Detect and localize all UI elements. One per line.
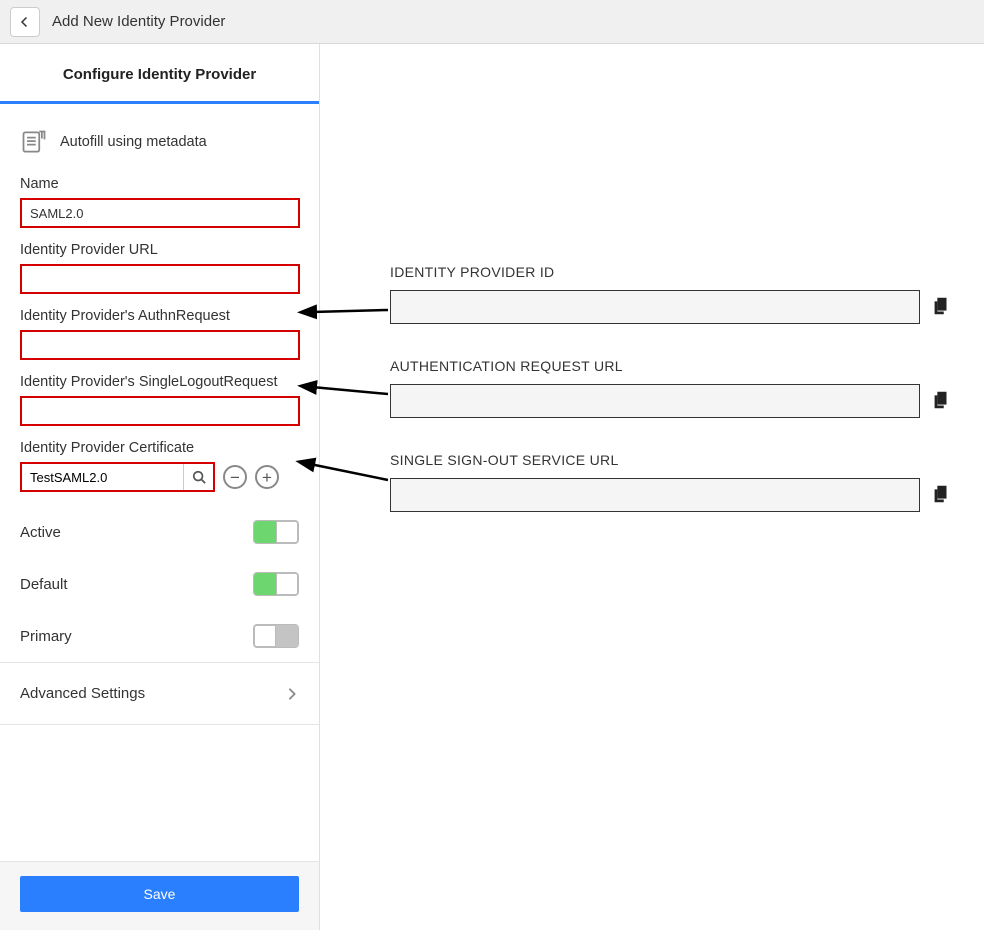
authn-label: Identity Provider's AuthnRequest [20, 308, 299, 324]
save-button[interactable]: Save [20, 876, 299, 912]
primary-toggle[interactable] [253, 624, 299, 648]
ref-signout-url-input[interactable] [390, 478, 920, 512]
ref-auth-url-input[interactable] [390, 384, 920, 418]
copy-icon [930, 483, 952, 505]
cert-remove-button[interactable]: − [223, 465, 247, 489]
default-label: Default [20, 576, 68, 593]
autofill-metadata-button[interactable]: Autofill using metadata [0, 104, 319, 170]
idp-url-input[interactable] [20, 264, 300, 294]
slo-input[interactable] [20, 396, 300, 426]
active-toggle[interactable] [253, 520, 299, 544]
ref-auth-url-label: AUTHENTICATION REQUEST URL [390, 358, 954, 374]
name-input[interactable] [20, 198, 300, 228]
cert-input[interactable] [22, 466, 183, 489]
slo-label: Identity Provider's SingleLogoutRequest [20, 374, 299, 390]
cert-add-button[interactable]: + [255, 465, 279, 489]
advanced-label: Advanced Settings [20, 685, 145, 702]
authn-input[interactable] [20, 330, 300, 360]
cert-label: Identity Provider Certificate [20, 440, 299, 456]
page-title: Add New Identity Provider [52, 13, 225, 30]
copy-icon [930, 295, 952, 317]
name-label: Name [20, 176, 299, 192]
copy-icon [930, 389, 952, 411]
chevron-left-icon [19, 16, 31, 28]
ref-idp-id-label: IDENTITY PROVIDER ID [390, 264, 954, 280]
autofill-label: Autofill using metadata [60, 134, 207, 150]
idp-url-label: Identity Provider URL [20, 242, 299, 258]
document-upload-icon [20, 128, 48, 156]
copy-idp-id-button[interactable] [930, 295, 954, 319]
back-button[interactable] [10, 7, 40, 37]
chevron-right-icon [285, 687, 299, 701]
primary-label: Primary [20, 628, 72, 645]
header-bar: Add New Identity Provider [0, 0, 984, 44]
tab-configure[interactable]: Configure Identity Provider [0, 44, 319, 104]
search-icon [192, 470, 206, 484]
reference-panel: IDENTITY PROVIDER ID AUTHENTICATION REQU… [320, 44, 984, 930]
cert-lookup-button[interactable] [183, 464, 213, 490]
ref-signout-url-label: SINGLE SIGN-OUT SERVICE URL [390, 452, 954, 468]
config-form-panel: Configure Identity Provider Autofill usi… [0, 44, 320, 930]
active-label: Active [20, 524, 61, 541]
ref-idp-id-input[interactable] [390, 290, 920, 324]
copy-auth-url-button[interactable] [930, 389, 954, 413]
default-toggle[interactable] [253, 572, 299, 596]
advanced-settings-button[interactable]: Advanced Settings [0, 662, 319, 725]
copy-signout-url-button[interactable] [930, 483, 954, 507]
